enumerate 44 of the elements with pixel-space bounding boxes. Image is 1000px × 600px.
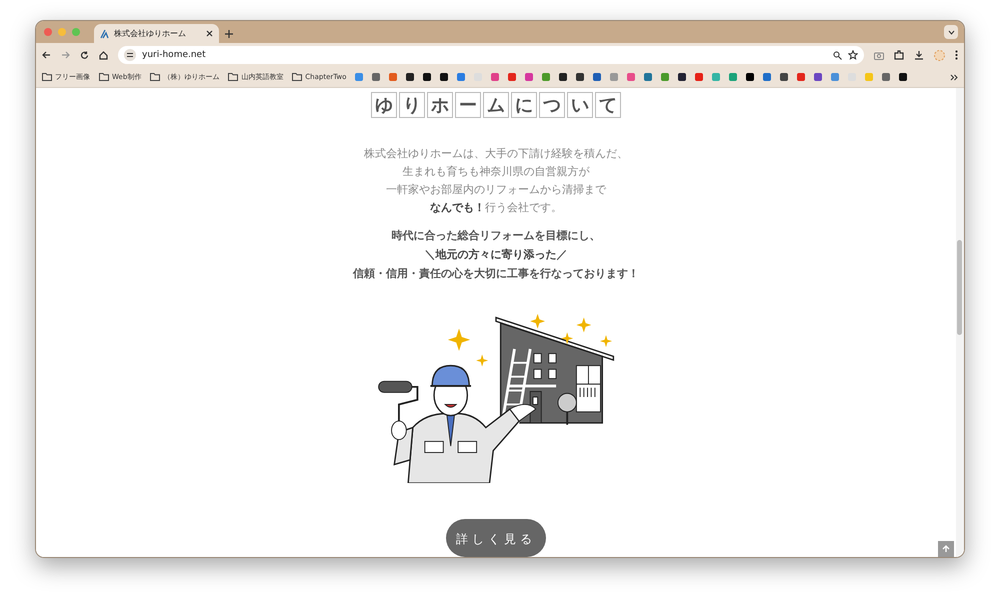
menu-icon[interactable]	[955, 50, 958, 60]
back-to-top-button[interactable]	[938, 541, 954, 557]
forward-icon[interactable]	[61, 51, 70, 59]
new-tab-icon[interactable]	[225, 30, 233, 38]
folder-icon	[228, 73, 238, 81]
heading-character: に	[511, 92, 537, 118]
camera-icon[interactable]	[874, 50, 884, 60]
extensions-icon[interactable]	[894, 50, 904, 60]
heading-character: つ	[539, 92, 565, 118]
chevron-down-icon	[948, 30, 954, 34]
download-icon[interactable]	[914, 50, 924, 60]
more-details-button[interactable]: 詳しく見る	[446, 519, 546, 557]
intro-text: 生まれも育ちも神奈川県の自営親方が	[402, 164, 590, 180]
address-bar[interactable]: yuri-home.net	[118, 46, 864, 64]
folder-icon	[42, 73, 52, 81]
more-bookmarks-icon[interactable]	[950, 74, 958, 80]
back-icon[interactable]	[42, 51, 51, 59]
folder-icon	[292, 73, 302, 81]
mission-text: 信頼・信用・責任の心を大切に工事を行なっております！	[353, 266, 639, 282]
reload-icon[interactable]	[80, 50, 89, 60]
intro-text: 株式会社ゆりホームは、大手の下請け経験を積んだ、	[364, 146, 628, 162]
heading-character: ゆ	[371, 92, 397, 118]
intro-text: なんでも！行う会社です。	[430, 200, 562, 216]
heading-character: い	[567, 92, 593, 118]
site-settings-icon[interactable]	[124, 49, 136, 61]
home-icon[interactable]	[99, 50, 108, 60]
scrollbar[interactable]	[956, 88, 964, 557]
heading-character: ホ	[427, 92, 453, 118]
intro-text: 一軒家やお部屋内のリフォームから清掃まで	[386, 182, 606, 198]
folder-icon	[99, 73, 109, 81]
mission-text: 時代に合った総合リフォームを目標にし、	[392, 228, 600, 244]
heading-character: て	[595, 92, 621, 118]
zoom-icon[interactable]	[833, 50, 842, 60]
heading-character: ム	[483, 92, 509, 118]
heading-character: り	[399, 92, 425, 118]
tab-search-button[interactable]	[944, 25, 958, 39]
heading-character: ー	[455, 92, 481, 118]
mission-text: ＼地元の方々に寄り添った／	[424, 247, 568, 263]
close-tab-icon[interactable]	[206, 30, 213, 37]
site-favicon-icon	[100, 28, 109, 38]
browser-tab[interactable]: 株式会社ゆりホーム	[94, 24, 219, 43]
arrow-up-icon	[942, 545, 950, 553]
folder-icon	[150, 73, 160, 81]
bookmark-star-icon[interactable]	[848, 50, 858, 60]
